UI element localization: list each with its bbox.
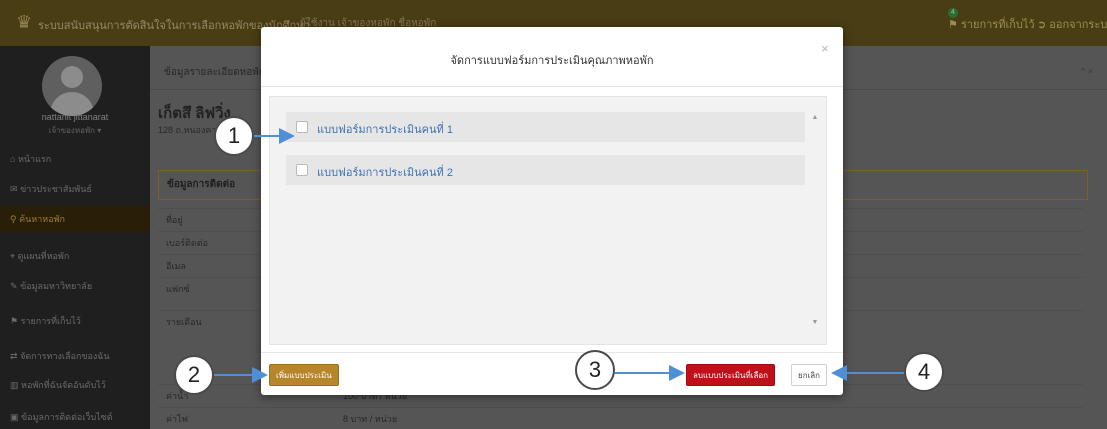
callout-4: 4 xyxy=(904,352,944,392)
callout-1: 1 xyxy=(214,116,254,156)
callout-2: 2 xyxy=(174,355,214,395)
callout-3: 3 xyxy=(575,350,615,390)
